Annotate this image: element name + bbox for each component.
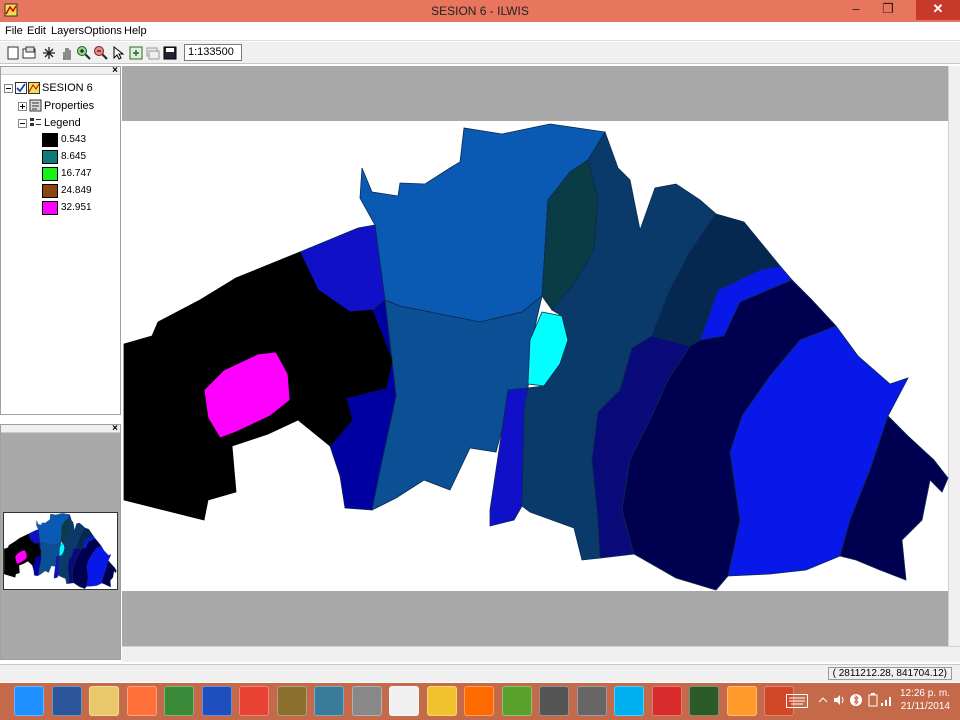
layer-tree-panel: × SESION 6 Properties Legend 0.543 8.645 1…: [0, 65, 121, 415]
status-bar: ( 2811212.28, 841704.12): [0, 664, 960, 682]
keyboard-icon[interactable]: [786, 694, 808, 708]
bluetooth-icon[interactable]: [850, 693, 862, 707]
overview-map[interactable]: [3, 512, 118, 590]
legend-icon: [30, 118, 41, 126]
notepad-icon[interactable]: [389, 686, 419, 716]
overview-thumbnail: [4, 513, 117, 589]
firefox-icon[interactable]: [464, 686, 494, 716]
acrobat-icon[interactable]: [651, 686, 682, 716]
close-panel-icon[interactable]: ×: [112, 65, 118, 76]
expand-icon[interactable]: [18, 102, 27, 111]
save-icon[interactable]: [162, 45, 178, 61]
legend-swatch: [42, 150, 58, 164]
minimize-button[interactable]: –: [842, 0, 870, 20]
scale-input[interactable]: 1:133500: [184, 44, 242, 61]
legend-swatch: [42, 167, 58, 181]
volume-icon[interactable]: [832, 693, 846, 707]
window-title: SESION 6 - ILWIS: [431, 4, 529, 18]
menu-help[interactable]: Help: [124, 25, 147, 37]
title-bar: SESION 6 - ILWIS – ❐ ✕: [0, 0, 960, 22]
close-overview-icon[interactable]: ×: [112, 423, 118, 434]
add-layer-icon[interactable]: [128, 45, 144, 61]
dbase-icon[interactable]: [576, 686, 607, 716]
tree-root-label[interactable]: SESION 6: [42, 82, 93, 94]
legend-swatch: [42, 184, 58, 198]
media-icon[interactable]: [726, 686, 757, 716]
zoom-in-icon[interactable]: [76, 45, 92, 61]
tree-properties-label[interactable]: Properties: [44, 100, 94, 112]
windows-taskbar: 12:26 p. m. 21/11/2014: [0, 683, 960, 720]
calculator-icon[interactable]: [351, 686, 382, 716]
menu-edit[interactable]: Edit: [27, 25, 46, 37]
skype-icon[interactable]: [614, 686, 644, 716]
properties-icon: [29, 99, 42, 112]
legend-value: 32.951: [61, 202, 92, 213]
entire-map-icon[interactable]: [41, 45, 57, 61]
toolbar: 1:133500: [0, 42, 960, 64]
legend-value: 0.543: [61, 134, 87, 145]
new-icon[interactable]: [5, 45, 21, 61]
checkbox-icon[interactable]: [15, 82, 27, 94]
map-canvas[interactable]: [122, 121, 948, 591]
coordinate-readout: ( 2811212.28, 841704.12): [827, 667, 952, 680]
layers-icon[interactable]: [145, 45, 161, 61]
menu-options[interactable]: Options: [84, 25, 122, 37]
ilwis-icon[interactable]: [689, 686, 719, 716]
select-pointer-icon[interactable]: [110, 45, 126, 61]
pen-tool-icon[interactable]: [539, 686, 569, 716]
signal-icon[interactable]: [880, 693, 894, 707]
internet-explorer-icon[interactable]: [14, 686, 44, 716]
open-icon[interactable]: [21, 45, 37, 61]
overview-grip[interactable]: ×: [1, 423, 120, 434]
menu-file[interactable]: File: [5, 25, 23, 37]
search-app-icon[interactable]: [314, 686, 344, 716]
chrome-icon[interactable]: [239, 686, 269, 716]
legend-value: 8.645: [61, 151, 87, 162]
clock-date: 21/11/2014: [900, 701, 950, 712]
overview-panel: ×: [0, 423, 121, 660]
clock-time: 12:26 p. m.: [899, 688, 950, 699]
map-view-icon: [28, 82, 40, 94]
maximize-button[interactable]: ❐: [874, 0, 902, 20]
norton-icon[interactable]: [426, 686, 457, 716]
pan-hand-icon[interactable]: [59, 45, 75, 61]
collapse-legend-icon[interactable]: [18, 119, 27, 128]
legend-swatch: [42, 133, 58, 147]
collapse-icon[interactable]: [4, 84, 13, 93]
media-player-icon[interactable]: [201, 686, 232, 716]
w-app-icon[interactable]: [164, 686, 194, 716]
tray-arrow-icon[interactable]: [818, 695, 828, 705]
word-icon[interactable]: [51, 686, 82, 716]
battery-icon[interactable]: [868, 693, 878, 707]
legend-swatch: [42, 201, 58, 215]
tree-legend-label[interactable]: Legend: [44, 117, 81, 129]
menu-bar: File Edit Layers Options Help: [0, 22, 960, 41]
winrar-icon[interactable]: [276, 686, 307, 716]
legend-value: 24.849: [61, 185, 92, 196]
menu-layers[interactable]: Layers: [51, 25, 84, 37]
zoom-out-icon[interactable]: [93, 45, 109, 61]
horizontal-scrollbar[interactable]: [122, 646, 960, 662]
firefox-like-icon[interactable]: [126, 686, 157, 716]
legend-value: 16.747: [61, 168, 92, 179]
tray-clock[interactable]: 12:26 p. m. 21/11/2014: [900, 687, 950, 713]
close-button[interactable]: ✕: [916, 0, 960, 20]
qgis-icon[interactable]: [501, 686, 532, 716]
map-window[interactable]: [122, 66, 960, 662]
file-explorer-icon[interactable]: [89, 686, 119, 716]
panel-grip[interactable]: ×: [1, 65, 120, 76]
vertical-scrollbar[interactable]: [948, 66, 960, 646]
